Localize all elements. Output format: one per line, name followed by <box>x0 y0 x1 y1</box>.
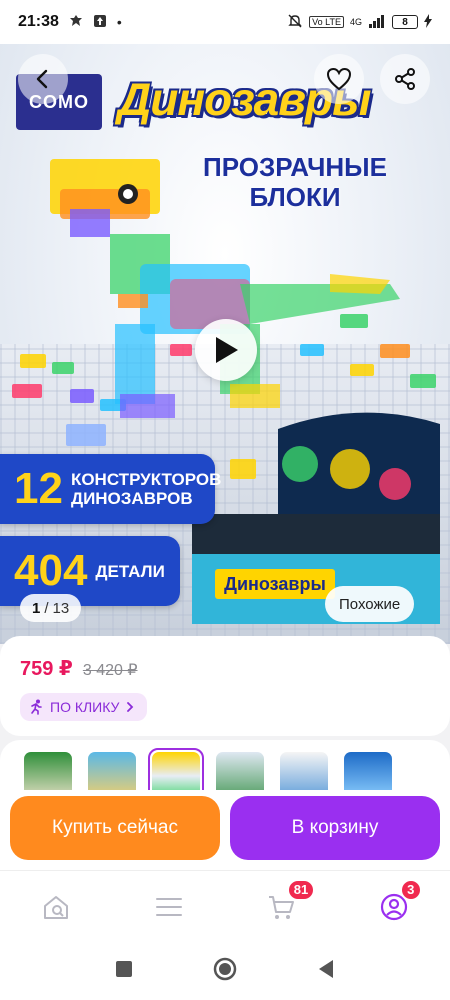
promo-label: ПО КЛИКУ <box>50 699 120 715</box>
cart-badge: 81 <box>286 878 316 901</box>
image-counter-separator: / <box>44 599 49 617</box>
add-to-cart-button[interactable]: В корзину <box>230 796 440 860</box>
back-system-button[interactable] <box>317 959 335 984</box>
parts-count-badge-constructors: 12 КОНСТРУКТОРОВ ДИНОЗАВРОВ <box>0 454 221 524</box>
svg-text:Динозавры: Динозавры <box>224 574 326 594</box>
share-icon <box>395 68 415 90</box>
image-counter: 1 / 13 <box>20 594 82 622</box>
status-bar: 21:38 • Vo LTE 4G 8 <box>0 0 450 44</box>
charging-icon <box>424 13 432 31</box>
nav-catalog[interactable] <box>149 887 189 927</box>
nav-profile[interactable]: 3 <box>374 878 422 927</box>
network-label: 4G <box>349 17 362 27</box>
buy-now-button[interactable]: Купить сейчас <box>10 796 220 860</box>
old-price: 3 420 ₽ <box>82 662 138 679</box>
signal-icon <box>368 14 386 31</box>
nav-cart[interactable]: 81 <box>261 878 316 927</box>
gosuslugi-icon <box>69 14 83 31</box>
image-counter-total: 13 <box>52 599 70 617</box>
profile-badge: 3 <box>399 878 422 901</box>
upload-notification-icon <box>93 14 107 31</box>
square-icon <box>116 960 132 977</box>
details-label: ДЕТАЛИ <box>95 561 165 581</box>
action-bar: Купить сейчас В корзину <box>0 790 450 870</box>
bottom-navigation: 81 3 <box>0 870 450 942</box>
mute-icon <box>287 13 303 32</box>
constructors-count: 12 <box>14 464 63 513</box>
system-navigation <box>0 942 450 1000</box>
constructors-label-line1: КОНСТРУКТОРОВ <box>70 470 222 489</box>
circle-icon <box>213 957 237 980</box>
menu-icon <box>155 897 182 916</box>
recent-apps-button[interactable] <box>115 960 133 983</box>
back-button[interactable] <box>18 54 68 104</box>
running-person-icon <box>31 699 42 715</box>
constructors-label: КОНСТРУКТОРОВ ДИНОЗАВРОВ <box>71 470 221 508</box>
share-button[interactable] <box>380 54 430 104</box>
promo-chip[interactable]: ПО КЛИКУ <box>20 693 148 721</box>
status-time: 21:38 <box>18 13 59 30</box>
home-button[interactable] <box>213 957 237 986</box>
constructors-label-line2: ДИНОЗАВРОВ <box>70 489 193 508</box>
home-search-icon <box>44 895 69 919</box>
heart-icon <box>326 67 352 91</box>
price-card: 759 ₽ 3 420 ₽ ПО КЛИКУ <box>0 636 450 736</box>
battery-indicator: 8 <box>392 15 418 29</box>
details-count: 404 <box>14 546 88 595</box>
image-counter-current: 1 <box>32 599 41 617</box>
play-icon <box>216 337 238 363</box>
play-video-button[interactable] <box>195 319 257 381</box>
current-price: 759 ₽ <box>20 658 73 680</box>
favorite-button[interactable] <box>314 54 364 104</box>
volte-badge: Vo LTE <box>309 16 344 28</box>
chevron-left-icon <box>36 69 48 89</box>
dot-icon: • <box>116 14 122 30</box>
triangle-back-icon <box>319 959 333 978</box>
similar-products-button[interactable]: Похожие <box>325 586 415 622</box>
product-image-gallery[interactable]: COMO Динозавры ПРОЗРАЧНЫЕ БЛОКИ Динозавр… <box>0 44 450 644</box>
nav-home[interactable] <box>36 887 76 927</box>
chevron-right-icon <box>127 702 134 712</box>
